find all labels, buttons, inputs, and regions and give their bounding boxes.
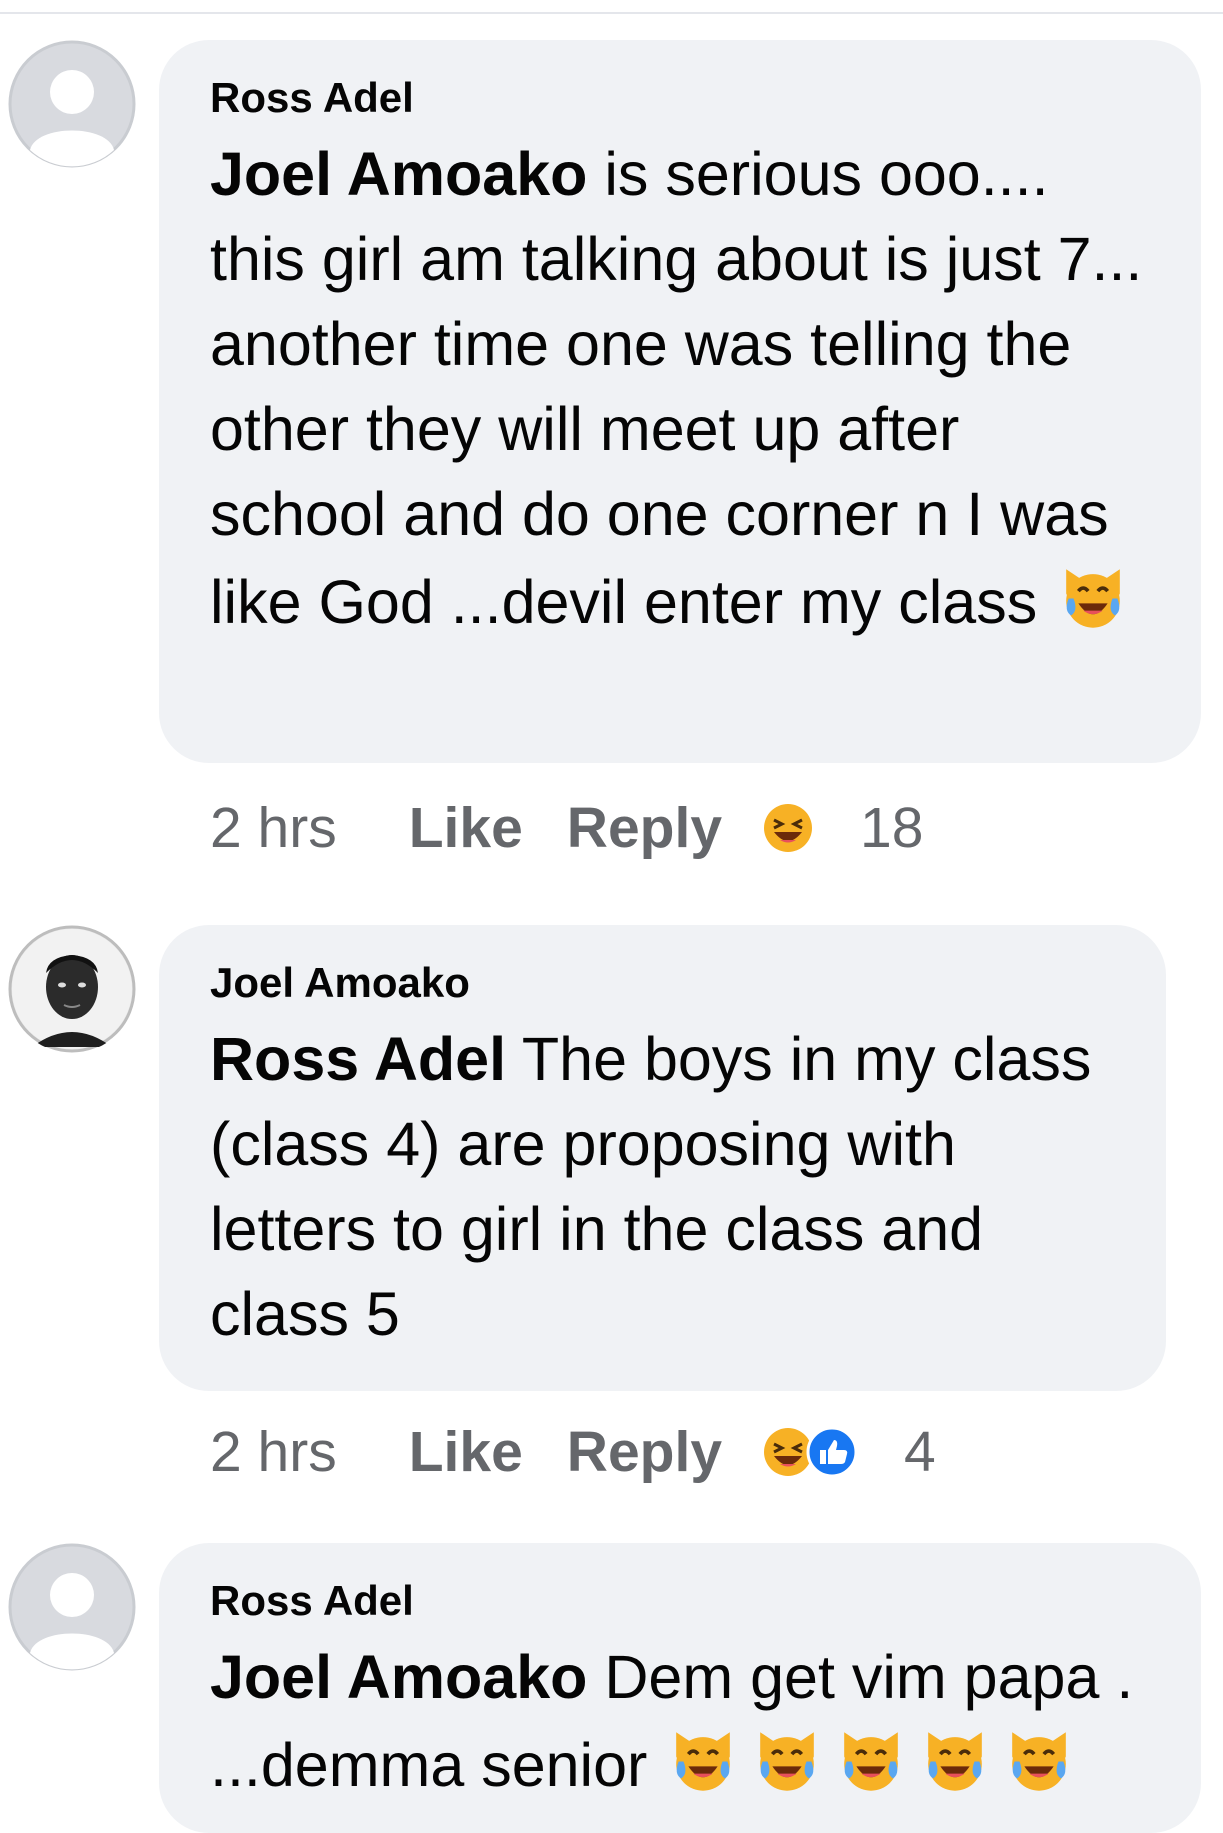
profile-photo-icon bbox=[8, 925, 136, 1053]
default-avatar-icon bbox=[8, 1543, 136, 1671]
mention-link[interactable]: Joel Amoako bbox=[210, 140, 587, 208]
crying-laughing-cat-icon bbox=[832, 1720, 910, 1820]
reaction-count[interactable]: 4 bbox=[904, 1419, 936, 1485]
comment-author[interactable]: Ross Adel bbox=[210, 77, 1151, 119]
crying-laughing-cat-icon bbox=[748, 1720, 826, 1820]
crying-laughing-cat-icon bbox=[664, 1720, 742, 1820]
reaction-count[interactable]: 18 bbox=[860, 795, 923, 861]
comment-actions: 2 hrs Like Reply 4 bbox=[210, 1417, 936, 1487]
like-reaction-icon bbox=[806, 1426, 858, 1478]
comment-author[interactable]: Joel Amoako bbox=[210, 962, 1116, 1004]
comment-bubble: Ross Adel Joel Amoako Dem get vim papa .… bbox=[159, 1543, 1201, 1833]
comment-author[interactable]: Ross Adel bbox=[210, 1580, 1151, 1622]
top-divider bbox=[0, 0, 1223, 14]
comment-body: is serious ooo.... this girl am talking … bbox=[210, 140, 1143, 637]
crying-laughing-cat-icon bbox=[1054, 557, 1132, 657]
timestamp[interactable]: 2 hrs bbox=[210, 795, 337, 861]
reactions-summary[interactable] bbox=[762, 1426, 858, 1478]
avatar[interactable] bbox=[8, 925, 136, 1053]
avatar[interactable] bbox=[8, 40, 136, 168]
default-avatar-icon bbox=[8, 40, 136, 168]
comment-bubble: Ross Adel Joel Amoako is serious ooo....… bbox=[159, 40, 1201, 763]
comment-bubble: Joel Amoako Ross Adel The boys in my cla… bbox=[159, 925, 1166, 1391]
reply-button[interactable]: Reply bbox=[567, 795, 722, 861]
crying-laughing-cat-icon bbox=[1000, 1720, 1078, 1820]
comment-text: Ross Adel The boys in my class (class 4)… bbox=[210, 1017, 1116, 1357]
haha-reaction-icon bbox=[764, 804, 813, 852]
mention-link[interactable]: Joel Amoako bbox=[210, 1643, 587, 1711]
like-button[interactable]: Like bbox=[409, 795, 523, 861]
avatar[interactable] bbox=[8, 1543, 136, 1671]
mention-link[interactable]: Ross Adel bbox=[210, 1025, 506, 1093]
reply-button[interactable]: Reply bbox=[567, 1419, 722, 1485]
comment-text: Joel Amoako is serious ooo.... this girl… bbox=[210, 132, 1151, 657]
timestamp[interactable]: 2 hrs bbox=[210, 1419, 337, 1485]
emoji-row bbox=[664, 1731, 1084, 1799]
like-button[interactable]: Like bbox=[409, 1419, 523, 1485]
reactions-summary[interactable] bbox=[762, 802, 814, 854]
comment-text: Joel Amoako Dem get vim papa . ...demma … bbox=[210, 1635, 1151, 1820]
crying-laughing-cat-icon bbox=[916, 1720, 994, 1820]
comment-actions: 2 hrs Like Reply 18 bbox=[210, 793, 923, 863]
